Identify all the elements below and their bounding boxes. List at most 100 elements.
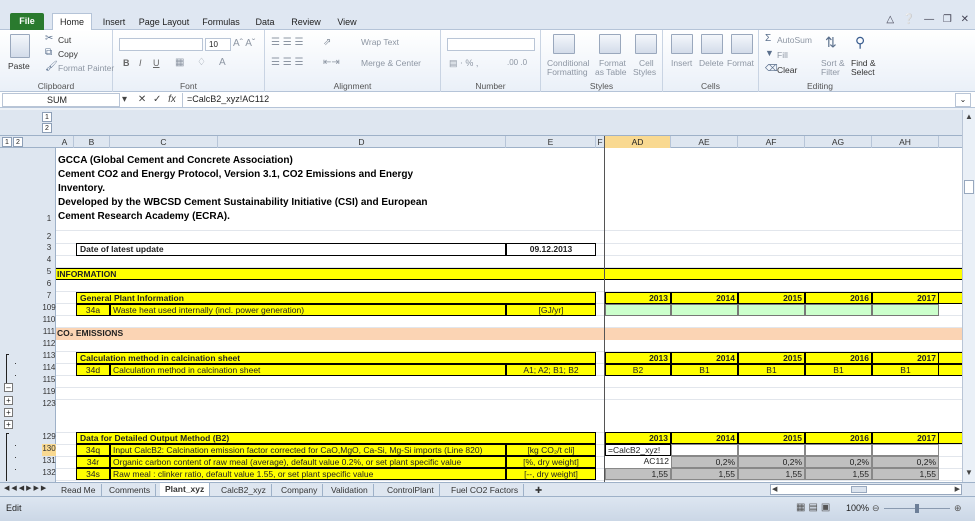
row130-code[interactable]: 34q: [76, 444, 110, 456]
row-header[interactable]: 6: [42, 279, 56, 291]
row-header[interactable]: 5: [42, 267, 56, 279]
row-header[interactable]: 3: [42, 243, 56, 255]
copy-icon[interactable]: ⧉: [45, 47, 52, 58]
sheet-tab-validation[interactable]: Validation: [326, 484, 374, 496]
autosum-button[interactable]: AutoSum: [777, 35, 812, 45]
row109-value-ah[interactable]: [872, 304, 939, 316]
row114-code[interactable]: 34d: [76, 364, 110, 376]
row-outline-level-1[interactable]: 1: [2, 137, 12, 147]
minimize-icon[interactable]: —: [924, 14, 934, 25]
row132-value-ad[interactable]: 1,55: [605, 468, 671, 480]
column-header-a[interactable]: A: [56, 136, 74, 148]
column-header-ah[interactable]: AH: [872, 136, 939, 148]
fill-color-icon[interactable]: ♢: [197, 57, 206, 68]
vertical-scrollbar[interactable]: ▲ ▼: [962, 110, 975, 482]
clear-button[interactable]: Clear: [777, 65, 797, 75]
merge-center-button[interactable]: Merge & Center: [361, 58, 421, 68]
row132-value-ag[interactable]: 1,55: [805, 468, 872, 480]
sheet-tab-comments[interactable]: Comments: [104, 484, 157, 496]
date-value-cell[interactable]: 09.12.2013: [506, 243, 596, 256]
co2-emissions-section-header[interactable]: CO₂ EMISSIONS: [56, 328, 962, 340]
decimal-icon[interactable]: .00 .0: [507, 58, 527, 67]
row114-unit[interactable]: A1; A2; B1; B2: [506, 364, 596, 376]
tab-file[interactable]: File: [10, 13, 44, 30]
row-header[interactable]: 132: [42, 468, 56, 480]
close-icon[interactable]: ✕: [961, 14, 969, 25]
sheet-tab-fuel-co2-factors[interactable]: Fuel CO2 Factors: [446, 484, 525, 496]
date-label-cell[interactable]: Date of latest update: [76, 243, 506, 256]
row114-value-af[interactable]: B1: [738, 364, 805, 376]
column-header-ag[interactable]: AG: [805, 136, 872, 148]
row114-label[interactable]: Calculation method in calcination sheet: [110, 364, 506, 376]
bold-button[interactable]: B: [123, 58, 130, 68]
year-header-ag[interactable]: 2016: [805, 352, 872, 364]
row131-value-ae[interactable]: 0,2%: [671, 456, 738, 468]
sheet-tab-controlplant[interactable]: ControlPlant: [382, 484, 440, 496]
column-header-d[interactable]: D: [218, 136, 506, 148]
calc-method-header[interactable]: Calculation method in calcination sheet: [76, 352, 596, 364]
tab-home[interactable]: Home: [52, 13, 92, 31]
zoom-out-icon[interactable]: ⊖: [872, 503, 880, 514]
row132-unit[interactable]: [--, dry weight]: [506, 468, 596, 480]
row131-value-ag[interactable]: 0,2%: [805, 456, 872, 468]
year-header-ad[interactable]: 2013: [605, 352, 671, 364]
year-header-ae[interactable]: 2014: [671, 432, 738, 444]
format-painter-button[interactable]: Format Painter: [58, 63, 114, 73]
sheet-tab-read-me[interactable]: Read Me: [56, 484, 102, 496]
row109-value-ad[interactable]: [605, 304, 671, 316]
year-header-ae[interactable]: 2014: [671, 352, 738, 364]
row109-value-ae[interactable]: [671, 304, 738, 316]
year-header-af[interactable]: 2015: [738, 352, 805, 364]
conditional-formatting-icon[interactable]: [553, 34, 575, 54]
year-header-af[interactable]: 2015: [738, 432, 805, 444]
row-header[interactable]: 4: [42, 255, 56, 267]
format-painter-icon[interactable]: 🖌: [45, 61, 58, 72]
row132-label[interactable]: Raw meal : clinker ratio, default value …: [110, 468, 506, 480]
general-plant-header[interactable]: General Plant Information: [76, 292, 596, 304]
scroll-left-icon[interactable]: ◀: [772, 485, 777, 493]
zoom-level[interactable]: 100%: [846, 503, 869, 513]
row132-value-af[interactable]: 1,55: [738, 468, 805, 480]
row114-value-ae[interactable]: B1: [671, 364, 738, 376]
information-section-header[interactable]: INFORMATION: [56, 268, 962, 280]
row131-value-ad[interactable]: AC112: [605, 456, 671, 468]
row130-value-af[interactable]: [738, 444, 805, 456]
row130-label[interactable]: Input CalcB2: Calcination emission facto…: [110, 444, 506, 456]
row109-value-ag[interactable]: [805, 304, 872, 316]
grow-font-icon[interactable]: Aˆ Aˇ: [233, 38, 255, 49]
row-header[interactable]: 109: [42, 303, 56, 315]
row131-code[interactable]: 34r: [76, 456, 110, 468]
accounting-format-icon[interactable]: ▤ ⋅ % ,: [449, 58, 478, 69]
year-header-ae[interactable]: 2014: [671, 292, 738, 304]
row-header[interactable]: 119: [42, 387, 56, 399]
align-top-icon[interactable]: ☰ ☰ ☰: [271, 37, 303, 48]
row-header[interactable]: 7: [42, 291, 56, 303]
insert-cells-button[interactable]: Insert: [671, 58, 692, 68]
column-header-ad[interactable]: AD: [605, 136, 671, 148]
help-icon[interactable]: ❔: [903, 14, 915, 25]
row130-value-ae[interactable]: [671, 444, 738, 456]
autosum-icon[interactable]: Σ: [765, 33, 771, 44]
find-select-icon[interactable]: ⚲: [855, 34, 865, 51]
row114-value-ad[interactable]: B2: [605, 364, 671, 376]
year-header-ag[interactable]: 2016: [805, 292, 872, 304]
year-header-ag[interactable]: 2016: [805, 432, 872, 444]
name-box-dropdown-icon[interactable]: ▾: [122, 94, 127, 105]
collapse-group-icon[interactable]: –: [4, 383, 13, 392]
fill-button[interactable]: Fill: [777, 50, 788, 60]
detailed-output-header[interactable]: Data for Detailed Output Method (B2): [76, 432, 596, 444]
cancel-formula-icon[interactable]: ✕: [138, 94, 146, 105]
row-header-selected[interactable]: 130: [42, 444, 56, 456]
indent-icon[interactable]: ⇤⇥: [323, 57, 340, 68]
row-header[interactable]: 112: [42, 339, 56, 351]
zoom-in-icon[interactable]: ⊕: [954, 503, 962, 514]
row-header[interactable]: 110: [42, 315, 56, 327]
sheet-navigation-icon[interactable]: ◀◀◀▶▶▶: [4, 484, 48, 492]
zoom-slider-thumb[interactable]: [915, 504, 919, 513]
row131-label[interactable]: Organic carbon content of raw meal (aver…: [110, 456, 506, 468]
row131-value-ah[interactable]: 0,2%: [872, 456, 939, 468]
expand-group-icon[interactable]: +: [4, 408, 13, 417]
row-header[interactable]: 2: [42, 232, 56, 243]
row-header[interactable]: 1: [42, 214, 56, 228]
column-header-af[interactable]: AF: [738, 136, 805, 148]
